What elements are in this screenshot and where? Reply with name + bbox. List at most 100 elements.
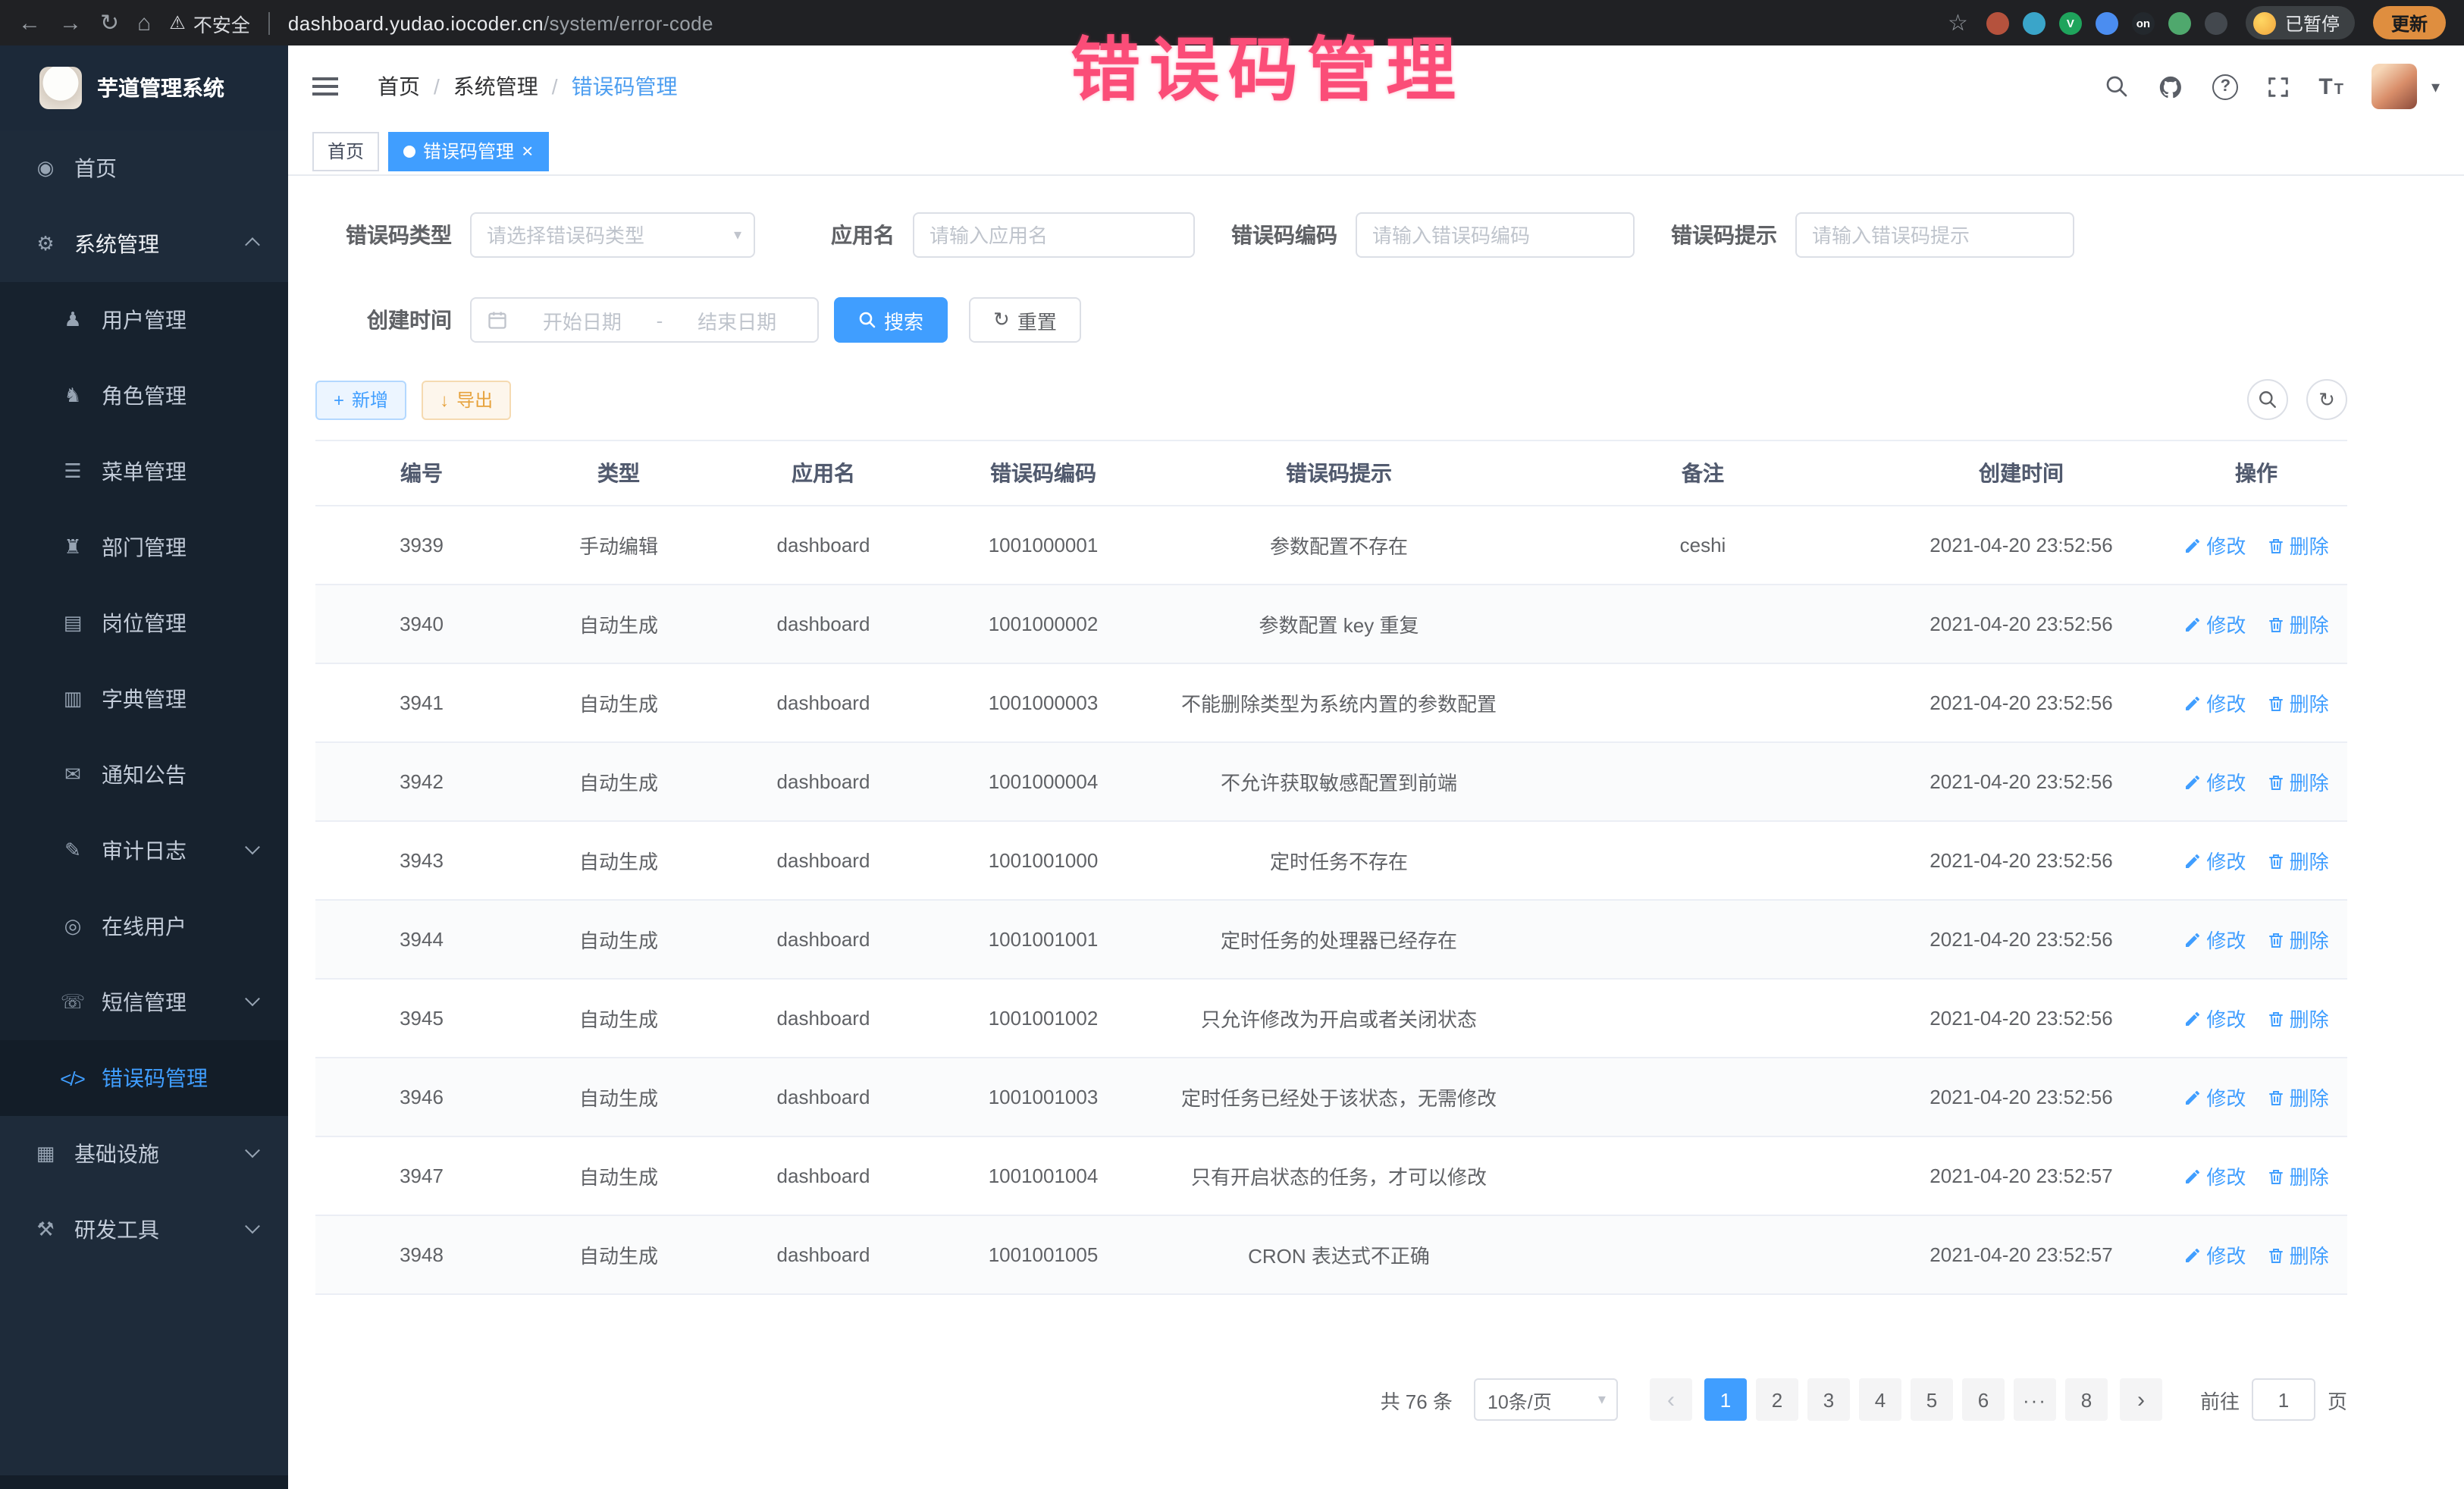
breadcrumb-item[interactable]: 系统管理 — [420, 71, 538, 102]
error-code-input[interactable] — [1356, 212, 1635, 258]
browser-forward-button[interactable]: → — [59, 11, 82, 34]
fullscreen-icon[interactable] — [2267, 75, 2290, 98]
edit-button[interactable]: 修改 — [2183, 1004, 2246, 1033]
sidebar-collapse-bar[interactable] — [0, 1475, 288, 1489]
browser-update-button[interactable]: 更新 — [2373, 6, 2446, 39]
edit-button[interactable]: 修改 — [2183, 767, 2246, 796]
page-button[interactable]: ··· — [2014, 1378, 2056, 1421]
edit-button[interactable]: 修改 — [2183, 846, 2246, 875]
delete-button[interactable]: 删除 — [2267, 688, 2329, 717]
goto-page-input[interactable] — [2252, 1378, 2315, 1421]
page-button[interactable]: 3 — [1807, 1378, 1850, 1421]
sidebar-menu-item[interactable]: ♟ 用户管理 — [0, 282, 288, 358]
cell-hint: 只有开启状态的任务，才可以修改 — [1149, 1136, 1528, 1215]
error-hint-input[interactable] — [1795, 212, 2074, 258]
cell-app: dashboard — [710, 663, 937, 742]
sidebar-menu-item[interactable]: ◉ 首页 — [0, 130, 288, 206]
github-icon[interactable] — [2158, 74, 2183, 99]
sidebar-menu-item[interactable]: ◎ 在线用户 — [0, 889, 288, 964]
browser-home-button[interactable]: ⌂ — [137, 11, 151, 34]
page-button[interactable]: 6 — [1962, 1378, 2005, 1421]
delete-button[interactable]: 删除 — [2267, 846, 2329, 875]
extension-icon[interactable]: V — [2059, 11, 2082, 34]
extension-icon[interactable] — [2023, 11, 2045, 34]
search-button[interactable]: 搜索 — [834, 297, 948, 343]
delete-button[interactable]: 删除 — [2267, 767, 2329, 796]
help-icon[interactable]: ? — [2212, 74, 2238, 99]
page-button[interactable]: 1 — [1704, 1378, 1747, 1421]
delete-button[interactable]: 删除 — [2267, 1240, 2329, 1269]
sidebar-menu-item[interactable]: ⚙ 系统管理 — [0, 206, 288, 282]
edit-button[interactable]: 修改 — [2183, 1083, 2246, 1111]
app-logo[interactable]: 芋道管理系统 — [0, 45, 288, 130]
tab-close-icon[interactable]: × — [522, 141, 533, 161]
delete-button[interactable]: 删除 — [2267, 1161, 2329, 1190]
search-icon[interactable] — [2105, 74, 2129, 99]
sidebar-menu-item[interactable]: ⚒ 研发工具 — [0, 1192, 288, 1268]
delete-button[interactable]: 删除 — [2267, 610, 2329, 638]
breadcrumb-item[interactable]: 首页 — [378, 71, 420, 102]
delete-button[interactable]: 删除 — [2267, 531, 2329, 560]
sidebar-menu-item[interactable]: ▥ 字典管理 — [0, 661, 288, 737]
refresh-button[interactable]: ↻ — [2306, 379, 2347, 420]
extension-icon[interactable] — [2096, 11, 2118, 34]
extension-icon[interactable]: on — [2132, 11, 2155, 34]
sidebar-menu-item[interactable]: ♞ 角色管理 — [0, 358, 288, 434]
hamburger-icon[interactable] — [312, 85, 338, 88]
prev-page-button[interactable]: ‹ — [1650, 1378, 1692, 1421]
page-button[interactable]: 8 — [2065, 1378, 2108, 1421]
caret-down-icon[interactable]: ▾ — [2431, 77, 2440, 96]
delete-button[interactable]: 删除 — [2267, 925, 2329, 954]
cell-app: dashboard — [710, 979, 937, 1058]
view-tab[interactable]: 错误码管理 × — [388, 131, 548, 171]
site-security-indicator[interactable]: ⚠ 不安全 — [169, 8, 250, 37]
cell-time: 2021-04-20 23:52:56 — [1877, 506, 2165, 585]
sidebar-menu-item[interactable]: ▦ 基础设施 — [0, 1116, 288, 1192]
bookmark-star-icon[interactable]: ☆ — [1948, 9, 1968, 36]
pencil-icon — [2183, 851, 2202, 870]
browser-back-button[interactable]: ← — [18, 11, 41, 34]
trash-icon — [2267, 1167, 2285, 1185]
filter-row-1: 错误码类型 ▾ 应用名 错误码编码 — [315, 212, 2347, 258]
font-size-icon[interactable]: TT — [2318, 75, 2343, 98]
delete-button[interactable]: 删除 — [2267, 1004, 2329, 1033]
edit-button[interactable]: 修改 — [2183, 688, 2246, 717]
sidebar-menu-item[interactable]: ✉ 通知公告 — [0, 737, 288, 813]
user-avatar[interactable] — [2372, 64, 2418, 109]
page-button[interactable]: 2 — [1756, 1378, 1798, 1421]
app-name-input[interactable] — [913, 212, 1195, 258]
breadcrumb-item[interactable]: 错误码管理 — [538, 71, 678, 102]
edit-button[interactable]: 修改 — [2183, 531, 2246, 560]
error-type-select[interactable] — [470, 212, 755, 258]
edit-button[interactable]: 修改 — [2183, 1161, 2246, 1190]
page-button[interactable]: 5 — [1911, 1378, 1953, 1421]
sidebar-menu-item[interactable]: </> 错误码管理 — [0, 1040, 288, 1116]
browser-reload-button[interactable]: ↻ — [100, 11, 119, 34]
page-button[interactable]: 4 — [1859, 1378, 1901, 1421]
screen: ← → ↻ ⌂ ⚠ 不安全 dashboard.yudao.iocoder.cn… — [0, 0, 2464, 1489]
trash-icon — [2267, 1246, 2285, 1264]
view-tab[interactable]: 首页 × — [312, 131, 379, 171]
extension-icon[interactable] — [2205, 11, 2227, 34]
export-button[interactable]: ↓ 导出 — [422, 380, 511, 419]
sidebar-menu-item[interactable]: ♜ 部门管理 — [0, 509, 288, 585]
extension-icon[interactable] — [1986, 11, 2009, 34]
sidebar-menu-item[interactable]: ▤ 岗位管理 — [0, 585, 288, 661]
add-button[interactable]: + 新增 — [315, 380, 406, 419]
date-range-picker[interactable]: 开始日期 - 结束日期 — [470, 297, 819, 343]
sidebar-menu-item[interactable]: ☏ 短信管理 — [0, 964, 288, 1040]
edit-button[interactable]: 修改 — [2183, 610, 2246, 638]
profile-paused-badge[interactable]: 已暂停 — [2246, 6, 2355, 39]
edit-button[interactable]: 修改 — [2183, 1240, 2246, 1269]
next-page-button[interactable]: › — [2120, 1378, 2162, 1421]
extension-icon[interactable] — [2168, 11, 2191, 34]
toggle-search-button[interactable] — [2247, 379, 2288, 420]
page-size-select[interactable]: 10条/页 ▾ — [1474, 1378, 1618, 1421]
reset-button[interactable]: ↻ 重置 — [969, 297, 1081, 343]
sidebar-menu-item[interactable]: ☰ 菜单管理 — [0, 434, 288, 509]
edit-button[interactable]: 修改 — [2183, 925, 2246, 954]
sidebar-menu-item[interactable]: ✎ 审计日志 — [0, 813, 288, 889]
app-name-label: 应用名 — [831, 220, 895, 250]
delete-button[interactable]: 删除 — [2267, 1083, 2329, 1111]
column-header: 操作 — [2165, 440, 2347, 506]
